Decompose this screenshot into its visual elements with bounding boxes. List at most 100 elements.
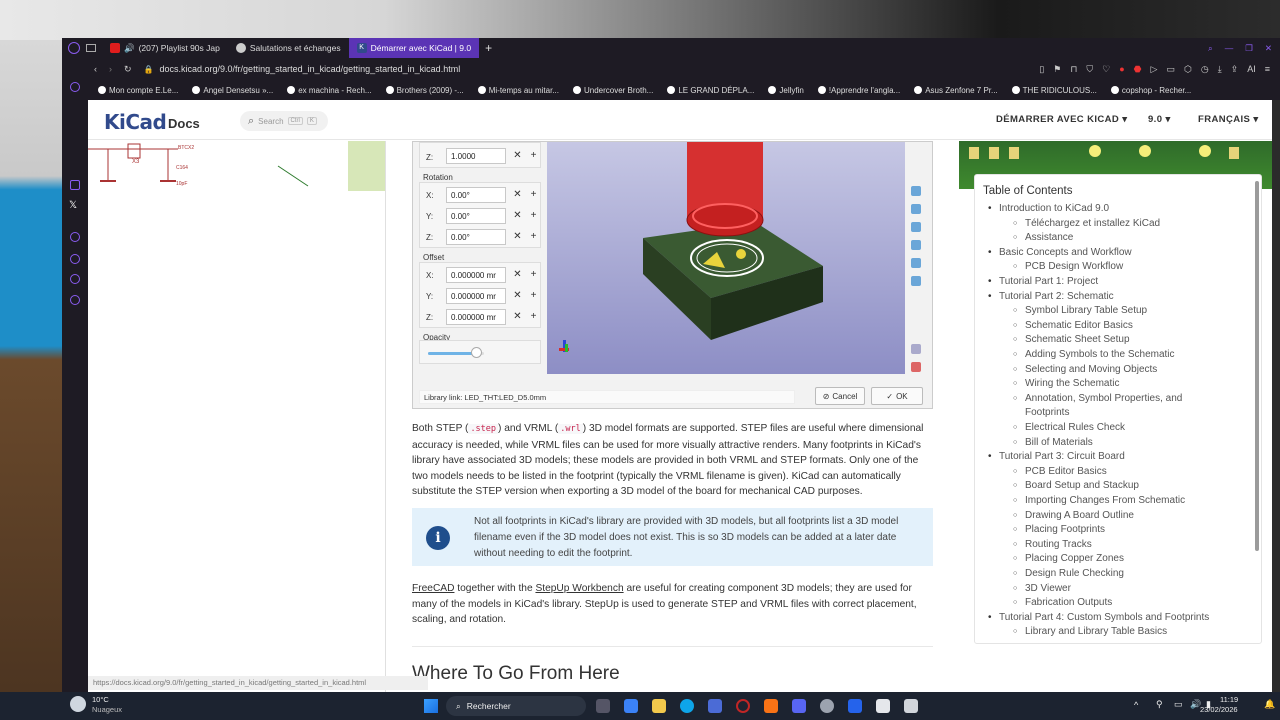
clear-icon[interactable]: ✕ [512, 209, 523, 223]
toc-subsection-link[interactable]: Electrical Rules Check [1013, 422, 1125, 433]
toc-section-link[interactable]: Tutorial Part 2: Schematic [988, 291, 1114, 302]
view-left-icon[interactable] [911, 276, 921, 286]
bookmark-item[interactable]: Jellyfin [768, 86, 804, 95]
add-icon[interactable]: + [528, 310, 539, 324]
tab-playlist[interactable]: 🔊 (207) Playlist 90s Jap [102, 38, 228, 58]
toc-subsection-link[interactable]: Board Setup and Stackup [1013, 480, 1139, 491]
play-icon[interactable]: ▷ [1151, 64, 1158, 75]
weather-icon[interactable] [70, 696, 86, 712]
menu-icon[interactable]: ≡ [1265, 64, 1270, 75]
clear-icon[interactable]: ✕ [512, 289, 523, 303]
search-tabs-icon[interactable]: ⌕ [1208, 43, 1213, 54]
edge-icon[interactable] [680, 699, 694, 713]
toc-subsection-link[interactable]: 3D Viewer [1013, 583, 1071, 594]
bookmark-item[interactable]: Angel Densetsu »... [192, 86, 273, 95]
sidebar-mastodon-icon[interactable] [70, 232, 80, 242]
network-icon[interactable]: ▭ [1174, 699, 1183, 710]
bookmark-item[interactable]: THE RIDICULOUS... [1011, 86, 1097, 95]
tv-icon[interactable]: ▭ [1166, 64, 1175, 75]
clear-icon[interactable]: ✕ [512, 268, 523, 282]
add-icon[interactable]: + [528, 188, 539, 202]
bookmark-item[interactable]: Brothers (2009) -... [385, 86, 464, 95]
heart-icon[interactable]: ♡ [1102, 64, 1110, 75]
add-icon[interactable]: + [528, 209, 539, 223]
toc-subsection-link[interactable]: Annotation, Symbol Properties, and [1013, 393, 1182, 404]
restore-icon[interactable]: ❐ [1245, 43, 1253, 54]
clock-date[interactable]: 23/02/2026 [1200, 705, 1238, 714]
app-icon[interactable] [904, 699, 918, 713]
browser-logo-icon[interactable] [68, 42, 80, 54]
notifications-icon[interactable]: 🔔 [1264, 699, 1275, 710]
share-icon[interactable]: ⇪ [1231, 64, 1239, 75]
toc-section-link[interactable]: Tutorial Part 3: Circuit Board [988, 451, 1125, 462]
offset-field[interactable]: 0.000000 mr [446, 288, 506, 304]
tab-salutations[interactable]: Salutations et échanges [228, 38, 349, 58]
discord-icon[interactable] [792, 699, 806, 713]
toc-subsection-link[interactable]: Symbol Library Table Setup [1013, 305, 1147, 316]
toc-subsection-link[interactable]: Bill of Materials [1013, 437, 1093, 448]
toc-subsection-link[interactable]: Selecting and Moving Objects [1013, 364, 1157, 375]
ai-button[interactable]: AI [1247, 64, 1256, 75]
bookmark-item[interactable]: ex machina - Rech... [287, 86, 372, 95]
rotation-field[interactable]: 0.00° [446, 208, 506, 224]
forward-icon[interactable]: › [109, 64, 112, 74]
toc-section-link[interactable]: Tutorial Part 4: Custom Symbols and Foot… [988, 612, 1209, 623]
bookmark-item[interactable]: Asus Zenfone 7 Pr... [914, 86, 998, 95]
toc-subsection-link[interactable]: Routing Tracks [1013, 539, 1092, 550]
minimize-icon[interactable]: — [1225, 43, 1234, 54]
freecad-link[interactable]: FreeCAD [412, 583, 454, 594]
adblock-icon[interactable]: ⬣ [1134, 64, 1142, 75]
toc-subsection-link[interactable]: Schematic Editor Basics [1013, 320, 1133, 331]
toc-subsection-link[interactable]: PCB Editor Basics [1013, 466, 1107, 477]
tray-chevron-icon[interactable]: ^ [1134, 700, 1138, 710]
twitch-icon[interactable] [70, 180, 80, 190]
sidebar-panel-icon[interactable] [70, 82, 80, 92]
toc-section-link[interactable]: Tutorial Part 1: Project [988, 276, 1098, 287]
clear-icon[interactable]: ✕ [512, 230, 523, 244]
toc-subsection-link[interactable]: Design Rule Checking [1013, 568, 1124, 579]
refresh-view-icon[interactable] [911, 344, 921, 354]
app-icon[interactable] [764, 699, 778, 713]
scale-z-field[interactable]: 1.0000 [446, 148, 506, 164]
bookmark-item[interactable]: Mi-temps au mitar... [477, 86, 559, 95]
tab-kicad[interactable]: K Démarrer avec KiCad | 9.0 [348, 38, 480, 58]
bookmark-item[interactable]: copshop - Recher... [1110, 86, 1191, 95]
toc-subsection-link[interactable]: Wiring the Schematic [1013, 378, 1120, 389]
windows-start-icon[interactable] [424, 699, 438, 713]
notepad-icon[interactable] [876, 699, 890, 713]
x-icon[interactable]: 𝕏 [69, 200, 77, 211]
rotation-field[interactable]: 0.00° [446, 229, 506, 245]
nav-menu-language[interactable]: FRANÇAIS ▾ [1198, 114, 1259, 125]
bookmark-item[interactable]: Mon compte E.Le... [98, 86, 178, 95]
rotation-field[interactable]: 0.00° [446, 187, 506, 203]
docs-title[interactable]: Docs [168, 116, 200, 131]
toc-subsection-link[interactable]: Schematic Sheet Setup [1013, 334, 1129, 345]
add-icon[interactable]: + [528, 149, 539, 163]
reload-icon[interactable]: ↻ [124, 64, 132, 75]
nav-menu-getting-started[interactable]: DÉMARRER AVEC KICAD ▾ [996, 114, 1127, 125]
offset-field[interactable]: 0.000000 mr [446, 309, 506, 325]
record-icon[interactable]: ● [1119, 64, 1124, 75]
bookmark-icon[interactable]: ⚑ [1053, 64, 1061, 75]
settings-view-icon[interactable] [911, 362, 921, 372]
toc-subsection-link[interactable]: Téléchargez et installez KiCad [1013, 218, 1160, 229]
add-icon[interactable]: + [528, 268, 539, 282]
view-front-icon[interactable] [911, 204, 921, 214]
task-view-icon[interactable] [596, 699, 610, 713]
add-icon[interactable]: + [528, 289, 539, 303]
bookmark-item[interactable]: LE GRAND DÉPLA... [667, 86, 754, 95]
view-back-icon[interactable] [911, 258, 921, 268]
ok-button[interactable]: ✓ OK [871, 387, 923, 405]
speaker-icon[interactable]: 🔊 [124, 43, 135, 54]
view-right-icon[interactable] [911, 222, 921, 232]
toc-subsection-link[interactable]: Importing Changes From Schematic [1013, 495, 1185, 506]
cancel-button[interactable]: ⊘ Cancel [815, 387, 865, 405]
opacity-slider-handle[interactable] [470, 347, 482, 358]
toc-scrollbar[interactable] [1255, 181, 1259, 551]
toc-subsection-link[interactable]: Adding Symbols to the Schematic [1013, 349, 1174, 360]
reader-icon[interactable]: ▯ [1039, 64, 1044, 75]
clear-icon[interactable]: ✕ [512, 310, 523, 324]
toc-subsection-link[interactable]: Fabrication Outputs [1013, 597, 1112, 608]
weather-text[interactable]: Nuageux [92, 705, 122, 714]
close-window-icon[interactable]: ✕ [1265, 43, 1272, 54]
